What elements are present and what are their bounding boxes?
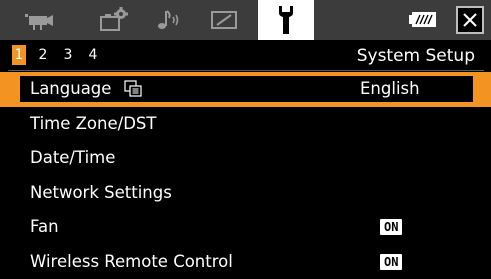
menu-item-time-zone[interactable]: Time Zone/DST (0, 107, 491, 142)
language-icon (124, 80, 142, 98)
display-icon (209, 9, 239, 31)
page-1[interactable]: 1 (12, 45, 26, 65)
battery-icon (409, 11, 437, 28)
on-status-badge: ON (380, 254, 402, 270)
close-button[interactable] (456, 6, 484, 34)
tab-camera[interactable] (12, 0, 68, 40)
menu-item-label: Fan (30, 210, 59, 244)
audio-icon (155, 8, 185, 32)
tab-audio[interactable] (142, 0, 198, 40)
menu-tab-bar (0, 0, 491, 40)
menu-item-label: Language (30, 72, 111, 106)
page-2[interactable]: 2 (35, 45, 51, 65)
camera-settings-icon (99, 7, 129, 33)
movie-camera-icon (25, 8, 55, 32)
section-title: System Setup (357, 44, 475, 68)
menu-item-wireless-remote[interactable]: Wireless Remote Control ON (0, 245, 491, 279)
page-indicator-row: 1 2 3 4 System Setup (0, 42, 491, 70)
menu-item-fan[interactable]: Fan ON (0, 210, 491, 245)
page-3[interactable]: 3 (60, 45, 76, 65)
menu-item-network-settings[interactable]: Network Settings (0, 176, 491, 211)
menu-item-label: Wireless Remote Control (30, 245, 233, 279)
page-selector: 1 2 3 4 (12, 45, 110, 65)
close-icon (462, 12, 478, 28)
menu-item-label: Time Zone/DST (30, 107, 156, 141)
menu-item-label: Network Settings (30, 176, 172, 210)
menu-item-value: English (360, 72, 420, 106)
tab-system-setup[interactable] (258, 0, 314, 40)
menu-item-date-time[interactable]: Date/Time (0, 141, 491, 176)
page-4[interactable]: 4 (85, 45, 101, 65)
on-status-badge: ON (380, 219, 402, 235)
camera-menu-screen: 1 2 3 4 System Setup Language English Ti… (0, 0, 491, 278)
settings-menu: Language English Time Zone/DST Date/Time… (0, 72, 491, 279)
menu-item-label: Date/Time (30, 141, 115, 175)
divider (8, 70, 484, 71)
tab-display[interactable] (196, 0, 252, 40)
menu-item-language[interactable]: Language English (0, 72, 491, 107)
wrench-icon (271, 4, 301, 36)
tab-recording-setup[interactable] (86, 0, 142, 40)
